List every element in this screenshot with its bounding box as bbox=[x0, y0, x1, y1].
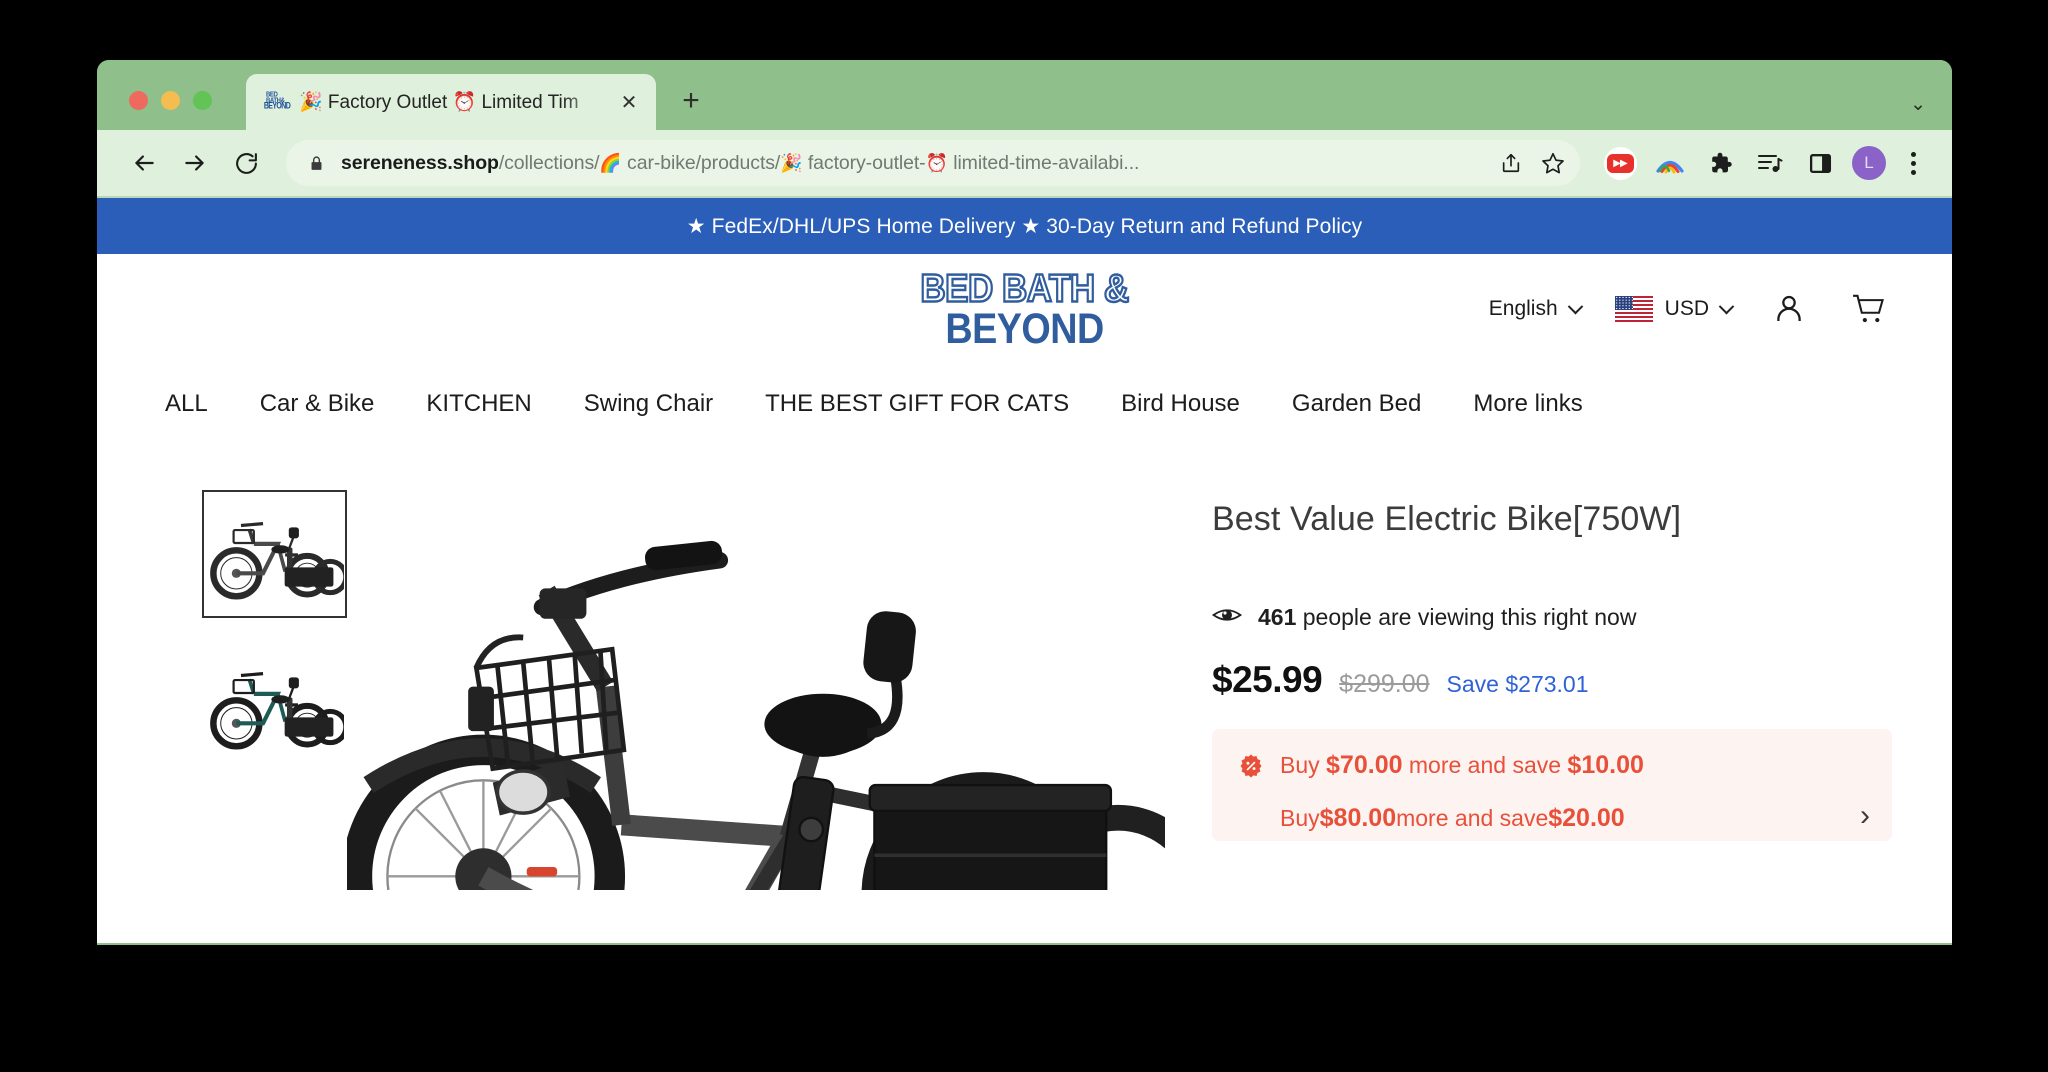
viewing-suffix: people are viewing this right now bbox=[1296, 604, 1637, 630]
product-info: Best Value Electric Bike[750W] 461 peopl… bbox=[1182, 490, 1892, 890]
browser-toolbar: sereneness.shop/collections/🌈 car-bike/p… bbox=[97, 130, 1952, 198]
window-traffic-lights bbox=[97, 91, 212, 130]
address-bar-url: sereneness.shop/collections/🌈 car-bike/p… bbox=[341, 152, 1490, 175]
viewing-now-text: 461 people are viewing this right now bbox=[1258, 604, 1636, 631]
back-button[interactable] bbox=[121, 140, 167, 186]
promo-tier-2-a: Buy bbox=[1280, 805, 1320, 831]
price-compare-at: $299.00 bbox=[1339, 670, 1430, 698]
browser-window: BED BATH& BEYOND 🎉 Factory Outlet ⏰ Limi… bbox=[97, 60, 1952, 945]
site-logo[interactable]: BED BATH & BEYOND bbox=[919, 266, 1130, 353]
product-thumbnail-2[interactable] bbox=[202, 640, 347, 768]
promo-next-chevron-icon[interactable]: › bbox=[1860, 799, 1870, 833]
account-icon[interactable] bbox=[1766, 286, 1812, 332]
promo-tier-1-discount: $10.00 bbox=[1567, 751, 1644, 779]
thumbnail-list bbox=[157, 490, 347, 890]
url-emoji-party: 🎉 bbox=[780, 152, 803, 173]
side-panel-icon[interactable] bbox=[1800, 143, 1840, 183]
currency-selector[interactable]: USD bbox=[1614, 296, 1735, 322]
currency-selector-label: USD bbox=[1664, 297, 1709, 320]
nav-link-garden-bed[interactable]: Garden Bed bbox=[1266, 390, 1447, 418]
promo-tier-1-c: more and save bbox=[1402, 752, 1568, 778]
playlist-music-icon[interactable] bbox=[1750, 143, 1790, 183]
nav-link-more-links[interactable]: More links bbox=[1447, 390, 1608, 418]
header-controls: English USD bbox=[1489, 286, 1892, 332]
promo-tier-2-c: more and save bbox=[1396, 805, 1549, 831]
youtube-extension-icon[interactable]: ▶▶ bbox=[1600, 143, 1640, 183]
share-icon[interactable] bbox=[1490, 142, 1532, 184]
site-header: BED BATH & BEYOND English USD bbox=[97, 254, 1952, 364]
cart-icon[interactable] bbox=[1846, 286, 1892, 332]
logo-line-1: BED BATH & bbox=[919, 266, 1130, 311]
tab-list-chevron-down-icon[interactable]: ⌄ bbox=[1910, 93, 1926, 116]
window-close-button[interactable] bbox=[129, 91, 148, 110]
product-area: Best Value Electric Bike[750W] 461 peopl… bbox=[97, 436, 1952, 890]
profile-avatar[interactable]: L bbox=[1852, 146, 1886, 180]
discount-badge-icon bbox=[1238, 753, 1264, 779]
product-thumbnail-1[interactable] bbox=[202, 490, 347, 618]
address-bar[interactable]: sereneness.shop/collections/🌈 car-bike/p… bbox=[286, 140, 1580, 186]
rainbow-arc-extension-icon[interactable] bbox=[1650, 143, 1690, 183]
product-main-image[interactable] bbox=[347, 490, 1182, 890]
url-host: sereneness.shop bbox=[341, 151, 499, 174]
price-savings: Save $273.01 bbox=[1446, 671, 1589, 697]
price-row: $25.99 $299.00 Save $273.01 bbox=[1212, 659, 1892, 701]
price-current: $25.99 bbox=[1212, 659, 1323, 700]
promo-tier-2-threshold: $80.00 bbox=[1319, 804, 1397, 832]
promo-tier-1-a: Buy bbox=[1280, 752, 1327, 778]
language-selector-label: English bbox=[1488, 297, 1558, 320]
nav-link-all[interactable]: ALL bbox=[157, 390, 234, 418]
lock-icon bbox=[308, 154, 325, 173]
viewing-now-row: 461 people are viewing this right now bbox=[1211, 604, 1892, 631]
tab-close-icon[interactable]: ✕ bbox=[616, 89, 642, 115]
promo-tier-1-threshold: $70.00 bbox=[1326, 751, 1403, 779]
tab-favicon-icon: BED BATH& BEYOND bbox=[263, 91, 291, 113]
promo-tier-lines: Buy $70.00 more and save $10.00 Buy$80.0… bbox=[1280, 751, 1644, 833]
viewing-count: 461 bbox=[1258, 604, 1297, 630]
url-emoji-rainbow: 🌈 bbox=[599, 152, 622, 173]
tab-title: 🎉 Factory Outlet ⏰ Limited Tim bbox=[299, 92, 579, 113]
nav-link-swing-chair[interactable]: Swing Chair bbox=[558, 390, 739, 418]
page-viewport: ★ FedEx/DHL/UPS Home Delivery ★ 30-Day R… bbox=[97, 198, 1952, 943]
nav-link-best-gift-for-cats[interactable]: THE BEST GIFT FOR CATS bbox=[739, 390, 1095, 418]
forward-button[interactable] bbox=[172, 140, 218, 186]
bookmark-star-icon[interactable] bbox=[1532, 142, 1574, 184]
url-path-2: car-bike/products/ bbox=[621, 151, 781, 174]
promo-tier-box[interactable]: Buy $70.00 more and save $10.00 Buy$80.0… bbox=[1212, 729, 1892, 841]
main-navigation: ALL Car & Bike KITCHEN Swing Chair THE B… bbox=[97, 364, 1952, 436]
window-maximize-button[interactable] bbox=[193, 91, 212, 110]
url-path-3: factory-outlet- bbox=[802, 151, 926, 174]
promo-tier-1: Buy $70.00 more and save $10.00 bbox=[1280, 751, 1644, 780]
reload-button[interactable] bbox=[223, 140, 269, 186]
favicon-line2: BEYOND bbox=[263, 101, 291, 112]
url-path-1: /collections/ bbox=[498, 151, 600, 174]
announcement-bar: ★ FedEx/DHL/UPS Home Delivery ★ 30-Day R… bbox=[97, 198, 1952, 254]
url-emoji-alarm: ⏰ bbox=[925, 152, 948, 173]
url-path-4: limited-time-availabi... bbox=[947, 151, 1140, 174]
window-minimize-button[interactable] bbox=[161, 91, 180, 110]
extensions-puzzle-icon[interactable] bbox=[1700, 143, 1740, 183]
promo-tier-2-discount: $20.00 bbox=[1548, 804, 1625, 832]
nav-link-kitchen[interactable]: KITCHEN bbox=[400, 390, 557, 418]
product-title: Best Value Electric Bike[750W] bbox=[1212, 500, 1682, 538]
product-gallery bbox=[157, 490, 1182, 890]
new-tab-button[interactable]: + bbox=[670, 80, 712, 122]
us-flag-icon bbox=[1614, 296, 1653, 322]
language-selector[interactable]: English bbox=[1488, 297, 1583, 321]
browser-menu-button[interactable] bbox=[1896, 151, 1930, 175]
promo-tier-2: Buy$80.00more and save$20.00 bbox=[1280, 804, 1644, 833]
chevron-down-icon bbox=[1567, 298, 1583, 314]
eye-icon bbox=[1211, 605, 1243, 630]
tab-strip: BED BATH& BEYOND 🎉 Factory Outlet ⏰ Limi… bbox=[97, 60, 1952, 130]
nav-link-bird-house[interactable]: Bird House bbox=[1095, 390, 1266, 418]
browser-tab-active[interactable]: BED BATH& BEYOND 🎉 Factory Outlet ⏰ Limi… bbox=[246, 74, 656, 130]
logo-line-2: BEYOND bbox=[945, 304, 1104, 353]
chevron-down-icon bbox=[1718, 298, 1735, 314]
nav-link-car-and-bike[interactable]: Car & Bike bbox=[234, 390, 401, 418]
